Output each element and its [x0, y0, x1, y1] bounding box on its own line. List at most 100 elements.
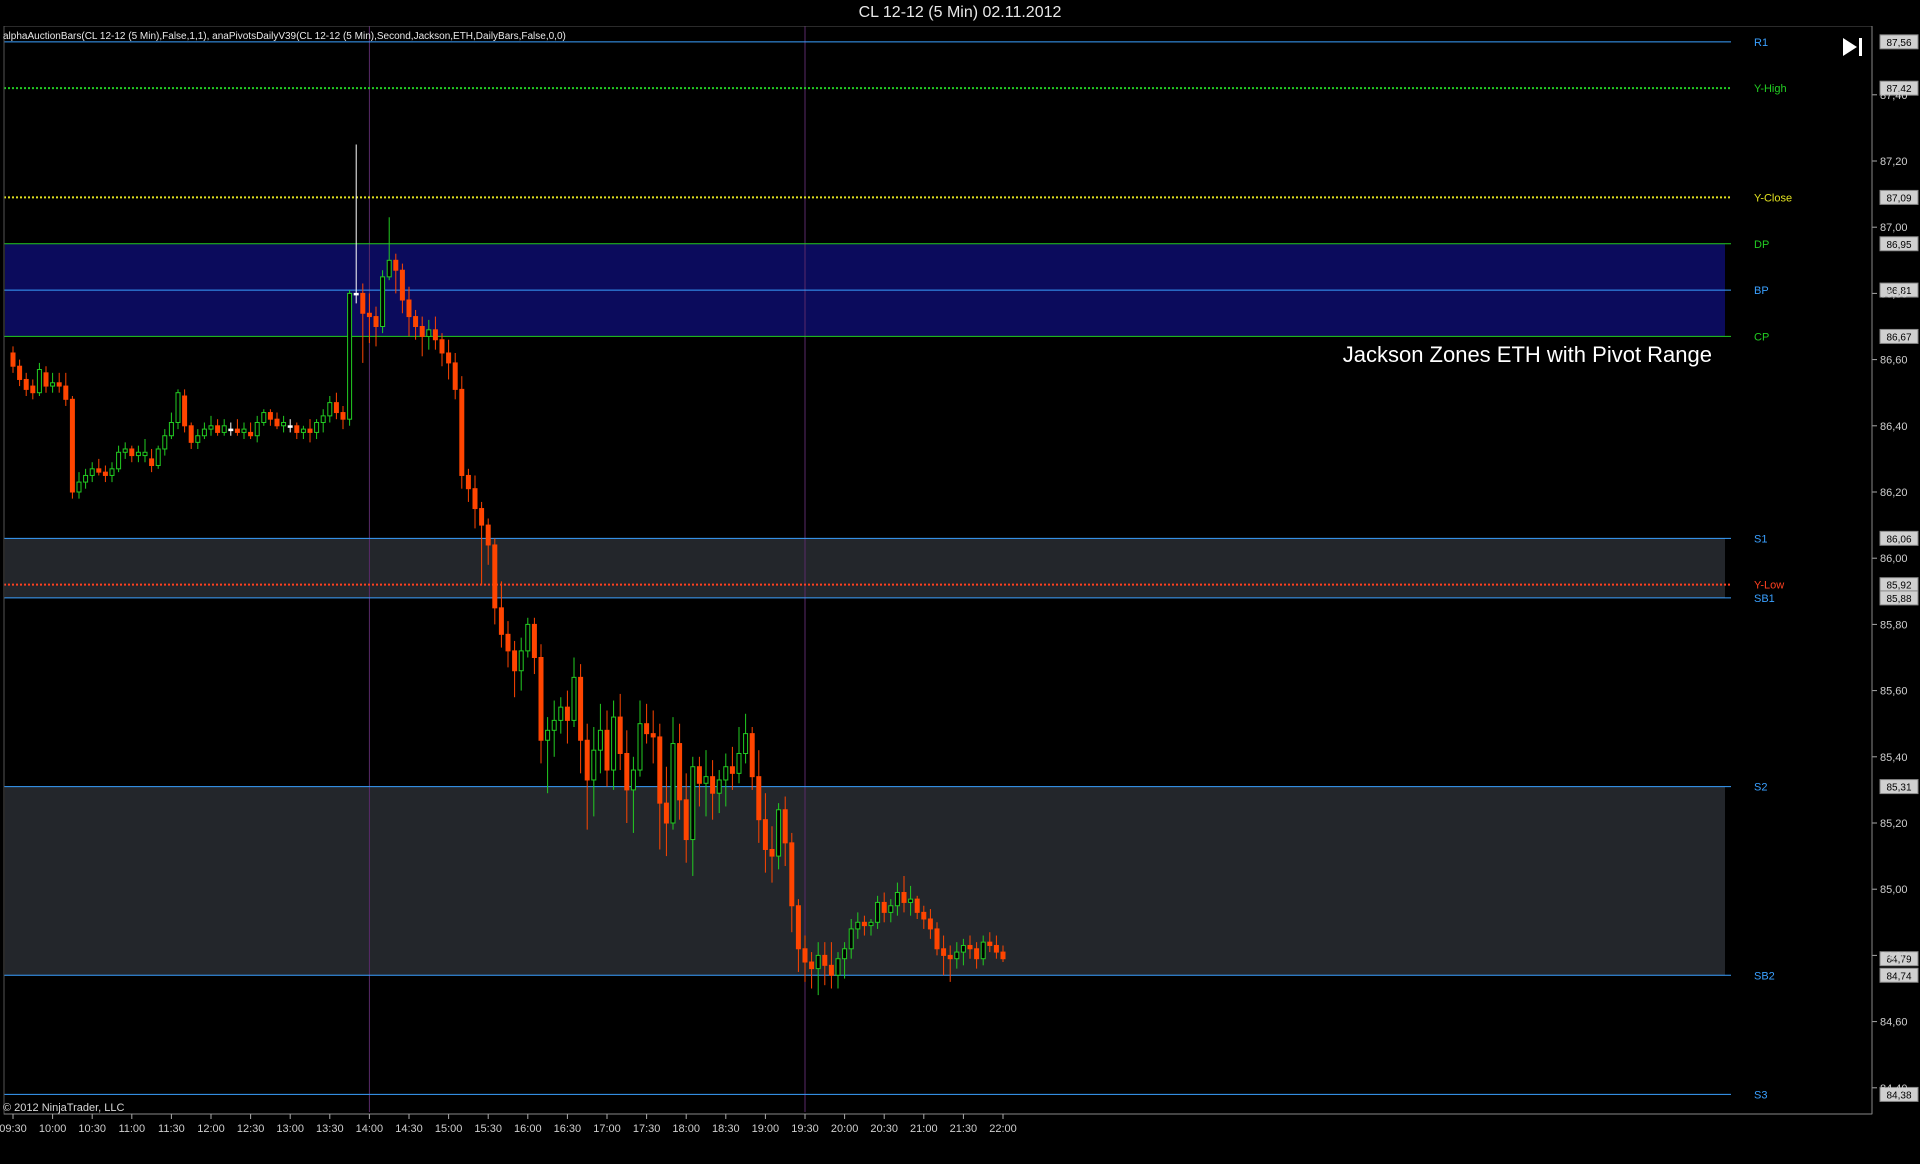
candle-body: [809, 961, 815, 970]
candle-body: [294, 425, 300, 433]
candle-body: [122, 448, 128, 453]
candle-body: [314, 421, 320, 433]
y-tick-label: 86,80: [1880, 288, 1908, 300]
candle-body: [743, 733, 749, 754]
x-tick-label: 15:00: [435, 1123, 463, 1135]
y-tick-label: 85,40: [1880, 752, 1908, 764]
level-price-label: 86,06: [1886, 534, 1911, 545]
candle-body: [234, 428, 240, 433]
candle-body: [333, 402, 339, 414]
level-price-label: 85,92: [1886, 581, 1911, 592]
candle-body: [10, 352, 16, 367]
candle-body: [300, 428, 306, 433]
x-tick-label: 17:00: [593, 1123, 621, 1135]
x-tick-label: 14:30: [395, 1123, 423, 1135]
candle-body: [340, 412, 346, 420]
candle-body: [347, 292, 353, 420]
y-tick-label: 84,80: [1880, 950, 1908, 962]
y-tick-label: 84,40: [1880, 1083, 1908, 1095]
y-tick-label: 87,40: [1880, 90, 1908, 102]
candle-body: [710, 776, 716, 794]
candle-body: [518, 650, 524, 672]
candle-body: [116, 451, 122, 470]
candle-body: [611, 716, 617, 771]
candle-body: [749, 733, 755, 778]
candle-body: [545, 729, 551, 741]
y-tick-label: 86,60: [1880, 355, 1908, 367]
candle-body: [677, 743, 683, 801]
candle-body: [426, 329, 432, 337]
candle-body: [736, 752, 742, 774]
x-tick-label: 18:00: [672, 1123, 700, 1135]
chart-panel[interactable]: R1 Y-High Y-Close DP BP CP S1 Y-Low SB1 S2 SB2 S3 8…: [0, 25, 1920, 1159]
zone-s2-zone: [5, 786, 1725, 976]
candle-body: [287, 425, 293, 428]
x-tick-label: 09:30: [0, 1123, 27, 1135]
candle-body: [855, 921, 861, 930]
candle-body: [96, 468, 102, 473]
candle-body: [419, 326, 425, 337]
candle-body: [927, 918, 933, 930]
candle-body: [188, 425, 194, 443]
skip-to-end-button[interactable]: [1838, 34, 1868, 60]
candle-body: [465, 474, 471, 490]
candle-body: [703, 776, 709, 784]
candle-body: [452, 362, 458, 390]
level-price-label: 86,67: [1886, 332, 1911, 343]
candle-body: [538, 657, 544, 741]
x-tick-label: 10:30: [78, 1123, 106, 1135]
level-label-s2: S2: [1754, 782, 1767, 794]
candle-body: [881, 901, 887, 913]
candle-body: [23, 378, 29, 390]
candle-body: [861, 921, 867, 927]
candle-body: [571, 676, 577, 721]
x-tick-label: 22:00: [989, 1123, 1017, 1135]
candle-body: [399, 269, 405, 301]
candle-body: [934, 928, 940, 950]
candle-body: [894, 892, 900, 907]
candle-body: [102, 471, 108, 476]
candle-body: [307, 428, 313, 433]
candle-body: [974, 948, 980, 960]
candle-body: [129, 448, 135, 457]
candle-body: [373, 316, 379, 328]
y-tick-label: 85,60: [1880, 686, 1908, 698]
level-label-y-high: Y-High: [1754, 83, 1787, 95]
candle-body: [914, 898, 920, 913]
indicator-label: alphaAuctionBars(CL 12-12 (5 Min),False,…: [3, 31, 566, 42]
candle-body: [762, 819, 768, 850]
y-tick-label: 87,20: [1880, 156, 1908, 168]
candle-body: [908, 898, 914, 903]
y-tick-label: 85,80: [1880, 619, 1908, 631]
candle-body: [353, 292, 359, 296]
candle-body: [195, 435, 201, 443]
candle-body: [564, 706, 570, 721]
candle-body: [498, 607, 504, 635]
candle-body: [941, 948, 947, 956]
candle-body: [723, 766, 729, 781]
candle-body: [848, 928, 854, 950]
candle-body: [769, 848, 775, 857]
candle-body: [30, 385, 36, 394]
x-tick-label: 11:00: [118, 1123, 145, 1135]
y-tick-label: 86,00: [1880, 553, 1908, 565]
price-chart[interactable]: R1 Y-High Y-Close DP BP CP S1 Y-LowSB1 S2 SB2 S3 8…: [0, 25, 1920, 1159]
candle-body: [281, 421, 287, 427]
candle-body: [182, 395, 188, 427]
candle-body: [531, 623, 537, 659]
candle-body: [89, 468, 95, 476]
candle-body: [947, 954, 953, 960]
candle-body: [413, 316, 419, 328]
candle-body: [439, 339, 445, 354]
candle-body: [980, 941, 986, 960]
candle-body: [83, 474, 89, 483]
candle-body: [815, 954, 821, 970]
candle-body: [76, 481, 82, 493]
candle-body: [162, 435, 168, 450]
candle-body: [993, 944, 999, 953]
candle-body: [822, 954, 828, 966]
candle-body: [624, 752, 630, 791]
x-tick-label: 15:30: [474, 1123, 502, 1135]
candle-body: [967, 944, 973, 950]
candle-body: [492, 544, 498, 609]
